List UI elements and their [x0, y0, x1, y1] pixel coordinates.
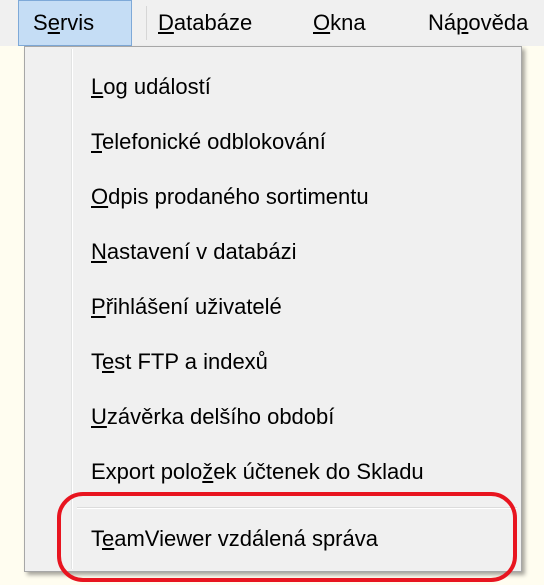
menu-item-export-polozek[interactable]: Export položek účtenek do Skladu [91, 452, 424, 492]
menu-item-teamviewer[interactable]: TeamViewer vzdálená správa [91, 519, 378, 559]
menu-item-accel: N [91, 239, 107, 264]
menu-item-label: astavení v databázi [106, 239, 297, 264]
menu-item-label: st FTP a indexů [114, 349, 268, 374]
menu-item-label: T [91, 526, 102, 551]
menu-item-label: dpis prodaného sortimentu [108, 184, 369, 209]
menu-item-log-udalosti[interactable]: Log událostí [91, 67, 211, 107]
menu-item-telefonicke-odblokovani[interactable]: Telefonické odblokování [91, 122, 326, 162]
menu-label-part: kna [330, 10, 366, 35]
menu-label-part: atabáze [173, 10, 253, 35]
menu-item-label: og událostí [103, 74, 211, 99]
menu-label-accel: e [47, 10, 60, 35]
menu-item-accel: ž [202, 459, 214, 484]
menu-item-label: závěrka delšího období [106, 404, 335, 429]
menu-item-accel: L [91, 74, 104, 99]
menu-separator [77, 508, 517, 509]
menu-item-prihlaseni-uzivatele[interactable]: Přihlášení uživatelé [91, 287, 282, 327]
menu-item-label: amViewer vzdálená správa [114, 526, 378, 551]
menu-napoveda[interactable]: Nápověda [428, 0, 528, 46]
menu-item-label: řihlášení uživatelé [105, 294, 282, 319]
menu-item-test-ftp[interactable]: Test FTP a indexů [91, 342, 268, 382]
menu-item-accel: T [91, 129, 102, 154]
menu-item-uzaverka[interactable]: Uzávěrka delšího období [91, 397, 334, 437]
menu-gutter [72, 49, 73, 569]
menu-label-part: ověda [468, 10, 529, 35]
menu-item-accel: e [102, 349, 115, 374]
menu-label-accel: p [456, 10, 469, 35]
menu-item-label: elefonické odblokování [102, 129, 326, 154]
menu-item-label: Export polo [91, 459, 203, 484]
servis-dropdown-menu: Log událostí Telefonické odblokování Odp… [24, 46, 522, 572]
menu-label-part: Ná [428, 10, 457, 35]
menu-bar: Servis Databáze Okna Nápověda [0, 0, 544, 46]
menu-item-odpis-prodaneho-sortimentu[interactable]: Odpis prodaného sortimentu [91, 177, 369, 217]
menu-label-part: S [33, 10, 48, 35]
menu-databaze[interactable]: Databáze [158, 0, 252, 46]
menu-item-label: ek účtenek do Skladu [213, 459, 424, 484]
menu-item-nastaveni-v-databazi[interactable]: Nastavení v databázi [91, 232, 296, 272]
menu-servis[interactable]: Servis [18, 0, 132, 46]
menu-item-accel: O [91, 184, 109, 209]
menu-label-part: rvis [59, 10, 95, 35]
menu-label-accel: O [313, 10, 331, 35]
menu-separator [146, 6, 147, 40]
menu-okna[interactable]: Okna [313, 0, 366, 46]
menu-item-accel: e [102, 526, 115, 551]
menu-item-accel: U [91, 404, 107, 429]
menu-label-accel: D [158, 10, 174, 35]
menu-item-accel: P [91, 294, 106, 319]
menu-item-label: T [91, 349, 102, 374]
